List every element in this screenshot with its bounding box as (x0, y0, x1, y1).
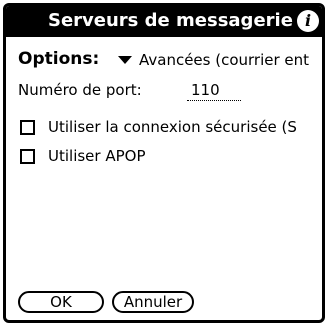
triangle-down-icon[interactable] (118, 56, 132, 64)
ok-button[interactable]: OK (18, 291, 104, 313)
secure-connection-checkbox[interactable] (20, 120, 35, 135)
apop-checkbox[interactable] (20, 149, 35, 164)
options-selector[interactable]: Avancées (courrier ent (139, 49, 309, 71)
title-bar: Serveurs de messagerie i (6, 6, 322, 37)
window-title: Serveurs de messagerie (48, 10, 293, 31)
port-field[interactable]: 110 (187, 79, 241, 101)
dialog-form: Serveurs de messagerie i Options: Avancé… (3, 3, 325, 323)
options-label: Options: (18, 49, 100, 69)
cancel-button[interactable]: Annuler (112, 291, 194, 313)
port-label: Numéro de port: (18, 81, 142, 99)
secure-connection-label[interactable]: Utiliser la connexion sécurisée (S (48, 116, 297, 138)
info-icon[interactable]: i (297, 10, 319, 32)
apop-label[interactable]: Utiliser APOP (48, 145, 146, 167)
